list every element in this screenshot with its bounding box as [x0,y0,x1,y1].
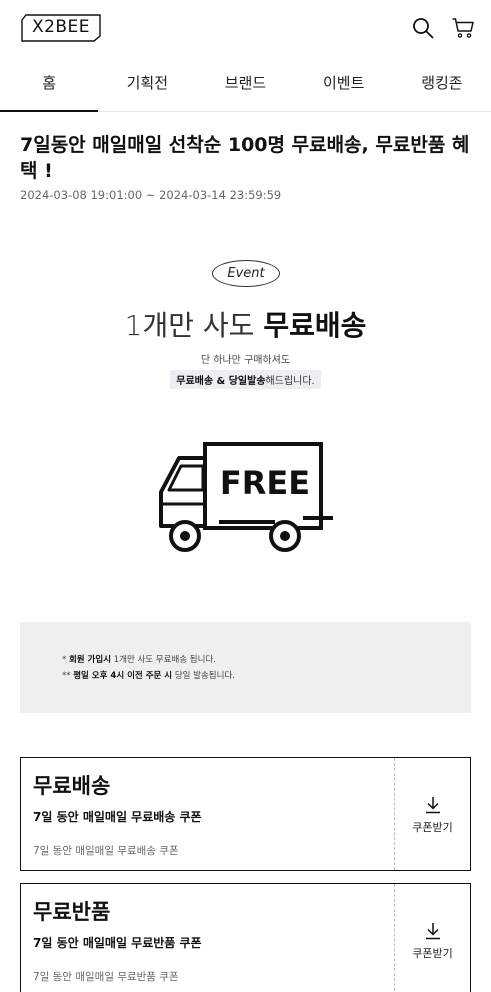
notice-line-1-rest: 1개만 사도 무료배송 됩니다. [111,655,216,665]
notice-line-2: ** 평일 오후 4시 이전 주문 시 당일 발송됩니다. [62,669,235,681]
notice-line-2-prefix: ** [62,671,74,681]
banner-highlight: 무료배송 & 당일발송해드립니다. [0,369,491,389]
event-title: 7일동안 매일매일 선착순 100명 무료배송, 무료반품 혜택 ! [20,134,470,182]
download-coupon-label: 쿠폰받기 [412,821,453,834]
tab-bar: 홈 기획전 브랜드 이벤트 랭킹존 [0,56,491,112]
download-coupon-button[interactable]: 쿠폰받기 [395,758,470,870]
banner-headline: 1개만 사도 무료배송 [0,304,491,344]
coupon-name: 7일 동안 매일매일 무료반품 쿠폰 [33,936,202,950]
notice-line-2-rest: 당일 발송됩니다. [172,671,235,681]
search-icon[interactable] [412,17,434,39]
coupon-card: 무료반품 7일 동안 매일매일 무료반품 쿠폰 7일 동안 매일매일 무료반품 … [20,883,471,992]
headline-thin-text: 1개만 사도 [124,309,255,342]
coupon-title: 무료배송 [33,774,111,798]
event-badge: Event [212,260,280,287]
free-delivery-truck-icon: FREE [155,440,335,556]
notice-line-1: * 회원 가입시 1개만 사도 무료배송 됩니다. [62,653,216,665]
tab-home[interactable]: 홈 [0,56,99,112]
tab-brands[interactable]: 브랜드 [196,56,294,111]
header: X2BEE [0,0,491,56]
tab-ranking[interactable]: 랭킹존 [393,56,491,111]
notice-box: * 회원 가입시 1개만 사도 무료배송 됩니다. ** 평일 오후 4시 이전… [20,622,471,713]
headline-bold-text: 무료배송 [263,309,367,342]
coupon-description: 7일 동안 매일매일 무료배송 쿠폰 [33,845,179,857]
banner-subtext: 단 하나만 구매하셔도 [200,355,291,366]
truck-free-text: FREE [220,464,310,502]
download-coupon-button[interactable]: 쿠폰받기 [395,884,470,992]
coupon-card: 무료배송 7일 동안 매일매일 무료배송 쿠폰 7일 동안 매일매일 무료배송 … [20,757,471,871]
tab-events[interactable]: 이벤트 [295,56,393,111]
logo-text: X2BEE [31,17,91,37]
notice-line-2-bold: 평일 오후 4시 이전 주문 시 [73,671,173,681]
download-coupon-label: 쿠폰받기 [412,947,453,960]
download-icon [426,797,440,814]
highlight-bold-text: 무료배송 & 당일발송 [176,376,266,387]
notice-line-1-bold: 회원 가입시 [68,655,112,665]
tab-promotions[interactable]: 기획전 [98,56,196,111]
notice-line-1-prefix: * [62,655,69,665]
download-icon [426,923,440,940]
logo[interactable]: X2BEE [20,14,102,42]
coupon-description: 7일 동안 매일매일 무료반품 쿠폰 [33,971,179,983]
banner-highlight-box: 무료배송 & 당일발송해드립니다. [170,370,321,389]
coupon-name: 7일 동안 매일매일 무료배송 쿠폰 [33,810,202,824]
event-period: 2024-03-08 19:01:00 ~ 2024-03-14 23:59:5… [20,188,282,202]
cart-icon[interactable] [451,16,475,40]
highlight-rest-text: 해드립니다. [265,376,315,387]
coupon-title: 무료반품 [33,900,111,924]
